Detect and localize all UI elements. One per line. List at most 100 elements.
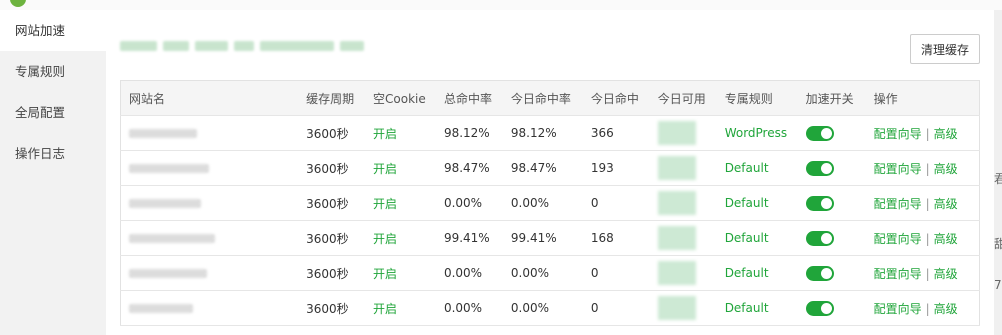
cookie-status-link[interactable]: 开启 <box>365 255 436 291</box>
table-row: 3600秒 开启 98.12% 98.12% 366 WordPress 配置向导 | 高级 <box>120 115 980 151</box>
cache-cycle-cell: 3600秒 <box>298 290 365 326</box>
today-available-cell <box>649 115 717 151</box>
operations-cell: 配置向导 | 高级 <box>865 290 980 326</box>
cache-cycle-cell: 3600秒 <box>298 185 365 221</box>
op-separator: | <box>925 266 930 281</box>
col-operations: 操作 <box>865 80 980 116</box>
blurred-value <box>657 191 696 215</box>
today-hit-cell: 366 <box>582 115 650 151</box>
config-wizard-link[interactable]: 配置向导 <box>874 162 922 176</box>
accel-toggle[interactable] <box>805 230 834 246</box>
accel-toggle[interactable] <box>805 195 834 211</box>
today-available-cell <box>649 220 717 256</box>
today-hit-cell: 168 <box>582 220 650 256</box>
col-today-available: 今日可用 <box>649 80 717 116</box>
advanced-link[interactable]: 高级 <box>934 267 958 281</box>
advanced-link[interactable]: 高级 <box>934 302 958 316</box>
table-row: 3600秒 开启 99.41% 99.41% 168 Default 配置向导 | 高级 <box>120 220 980 256</box>
config-wizard-link[interactable]: 配置向导 <box>874 302 922 316</box>
op-separator: | <box>925 301 930 316</box>
today-hit-cell: 0 <box>582 185 650 221</box>
custom-rule-link[interactable]: Default <box>716 255 798 291</box>
total-hit-rate-cell: 0.00% <box>435 185 503 221</box>
cookie-status-link[interactable]: 开启 <box>365 115 436 151</box>
accel-switch-cell <box>797 255 866 291</box>
col-cache-cycle: 缓存周期 <box>298 80 365 116</box>
cookie-status-link[interactable]: 开启 <box>365 290 436 326</box>
advanced-link[interactable]: 高级 <box>934 162 958 176</box>
accel-toggle[interactable] <box>805 125 834 141</box>
accel-toggle[interactable] <box>805 300 834 316</box>
col-custom-rule: 专属规则 <box>716 80 798 116</box>
accel-switch-cell <box>797 185 866 221</box>
advanced-link[interactable]: 高级 <box>934 127 958 141</box>
blurred-site-name <box>129 129 197 138</box>
custom-rule-link[interactable]: Default <box>716 220 798 256</box>
today-hit-cell: 0 <box>582 255 650 291</box>
custom-rule-link[interactable]: Default <box>716 185 798 221</box>
operations-cell: 配置向导 | 高级 <box>865 255 980 291</box>
accel-toggle[interactable] <box>805 265 834 281</box>
cache-cycle-cell: 3600秒 <box>298 150 365 186</box>
custom-rule-link[interactable]: Default <box>716 290 798 326</box>
accel-toggle[interactable] <box>805 160 834 176</box>
edge-glyph: 君 <box>994 172 1002 186</box>
blurred-value <box>657 121 696 145</box>
operations-cell: 配置向导 | 高级 <box>865 185 980 221</box>
col-today-hit-rate: 今日命中率 <box>502 80 583 116</box>
cookie-status-link[interactable]: 开启 <box>365 185 436 221</box>
cookie-status-link[interactable]: 开启 <box>365 220 436 256</box>
site-name-cell[interactable] <box>120 255 299 291</box>
today-hit-rate-cell: 0.00% <box>502 255 583 291</box>
site-name-cell[interactable] <box>120 185 299 221</box>
blurred-site-name <box>129 164 209 173</box>
advanced-link[interactable]: 高级 <box>934 197 958 211</box>
today-hit-rate-cell: 98.47% <box>502 150 583 186</box>
sidebar-item-custom-rules[interactable]: 专属规则 <box>0 51 106 92</box>
op-separator: | <box>925 126 930 141</box>
total-hit-rate-cell: 98.47% <box>435 150 503 186</box>
cache-cycle-cell: 3600秒 <box>298 255 365 291</box>
cache-cycle-cell: 3600秒 <box>298 220 365 256</box>
col-site-name: 网站名 <box>120 80 299 116</box>
config-wizard-link[interactable]: 配置向导 <box>874 232 922 246</box>
op-separator: | <box>925 196 930 211</box>
accel-switch-cell <box>797 220 866 256</box>
today-hit-rate-cell: 99.41% <box>502 220 583 256</box>
blurred-site-name <box>129 234 215 243</box>
table-row: 3600秒 开启 0.00% 0.00% 0 Default 配置向导 | 高级 <box>120 255 980 291</box>
operations-cell: 配置向导 | 高级 <box>865 220 980 256</box>
op-separator: | <box>925 231 930 246</box>
config-wizard-link[interactable]: 配置向导 <box>874 197 922 211</box>
table-row: 3600秒 开启 98.47% 98.47% 193 Default 配置向导 | 高级 <box>120 150 980 186</box>
site-name-cell[interactable] <box>120 220 299 256</box>
blurred-value <box>657 296 696 320</box>
sidebar-item-global-config[interactable]: 全局配置 <box>0 92 106 133</box>
sidebar-item-site-acceleration[interactable]: 网站加速 <box>0 10 106 51</box>
total-hit-rate-cell: 0.00% <box>435 290 503 326</box>
blurred-value <box>657 226 696 250</box>
operations-cell: 配置向导 | 高级 <box>865 115 980 151</box>
site-name-cell[interactable] <box>120 290 299 326</box>
config-wizard-link[interactable]: 配置向导 <box>874 127 922 141</box>
custom-rule-link[interactable]: Default <box>716 150 798 186</box>
accel-switch-cell <box>797 150 866 186</box>
blurred-site-name <box>129 304 193 313</box>
today-available-cell <box>649 150 717 186</box>
today-hit-cell: 0 <box>582 290 650 326</box>
sidebar: 网站加速 专属规则 全局配置 操作日志 <box>0 10 106 335</box>
sidebar-item-operation-log[interactable]: 操作日志 <box>0 133 106 174</box>
site-name-cell[interactable] <box>120 115 299 151</box>
table-header-row: 网站名 缓存周期 空Cookie 总命中率 今日命中率 今日命中 今日可用 专属… <box>120 80 980 116</box>
cookie-status-link[interactable]: 开启 <box>365 150 436 186</box>
op-separator: | <box>925 161 930 176</box>
blurred-value <box>657 156 696 180</box>
custom-rule-link[interactable]: WordPress <box>716 115 798 151</box>
table-row: 3600秒 开启 0.00% 0.00% 0 Default 配置向导 | 高级 <box>120 290 980 326</box>
site-name-cell[interactable] <box>120 150 299 186</box>
col-empty-cookie: 空Cookie <box>365 80 436 116</box>
col-accel-switch: 加速开关 <box>797 80 866 116</box>
config-wizard-link[interactable]: 配置向导 <box>874 267 922 281</box>
clear-cache-button[interactable]: 清理缓存 <box>910 34 980 64</box>
advanced-link[interactable]: 高级 <box>934 232 958 246</box>
